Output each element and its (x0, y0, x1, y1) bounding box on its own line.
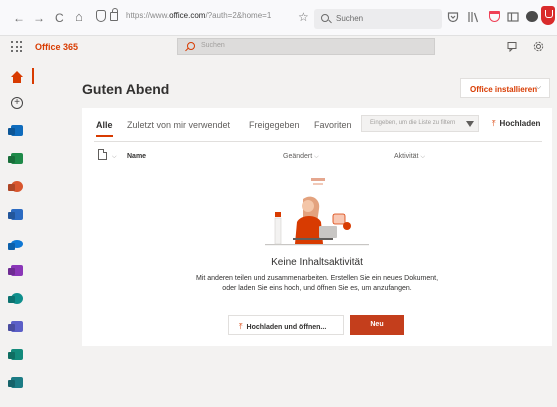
excel-icon (11, 153, 23, 164)
app-rail: + (0, 58, 34, 407)
pocket-save-icon[interactable] (489, 11, 500, 22)
empty-state-illustration (265, 178, 369, 246)
rail-onenote[interactable] (0, 260, 34, 282)
reload-button[interactable]: C (55, 11, 64, 25)
home-icon (11, 71, 23, 83)
tab-alle[interactable]: Alle (96, 120, 113, 137)
word-icon (11, 209, 23, 220)
divider (94, 141, 542, 142)
rail-create[interactable]: + (0, 93, 34, 115)
ublock-icon[interactable] (541, 6, 555, 25)
rail-word[interactable] (0, 204, 34, 226)
new-button[interactable]: Neu (350, 315, 404, 335)
office-search-input[interactable]: Suchen (177, 38, 435, 55)
pocket-icon[interactable] (447, 11, 459, 23)
back-button[interactable]: ← (13, 11, 25, 25)
library-icon[interactable] (467, 11, 479, 23)
rail-powerpoint[interactable] (0, 176, 34, 198)
onenote-icon (11, 265, 23, 276)
settings-icon[interactable] (533, 41, 544, 54)
tab-recent[interactable]: Zuletzt von mir verwendet (127, 120, 230, 130)
url-bar[interactable]: https://www.office.com/?auth=2&home=1 (96, 8, 296, 27)
extension-icon[interactable] (526, 11, 538, 22)
upload-and-open-button[interactable]: ⤒ Hochladen und öffnen... (228, 315, 344, 335)
documents-card: Alle Zuletzt von mir verwendet Freigegeb… (82, 108, 552, 346)
brand-title[interactable]: Office 365 (35, 42, 78, 52)
rail-sharepoint[interactable] (0, 288, 34, 310)
url-text[interactable]: https://www.office.com/?auth=2&home=1 (126, 11, 271, 20)
sharepoint-icon (11, 293, 23, 304)
empty-state-title: Keine Inhaltsaktivität (271, 257, 363, 268)
tab-shared[interactable]: Freigegeben (249, 120, 300, 130)
forward-button[interactable]: → (33, 11, 45, 25)
onedrive-icon (11, 240, 23, 248)
upload-icon: ⤒ (492, 119, 496, 128)
upload-icon: ⤒ (239, 322, 243, 331)
search-icon (187, 42, 195, 50)
tracking-shield-icon[interactable] (96, 10, 106, 22)
rail-sway[interactable] (0, 344, 34, 366)
sway-icon (11, 349, 23, 360)
column-name[interactable]: Name (127, 153, 146, 160)
rail-home[interactable] (0, 66, 34, 88)
teams-icon (11, 321, 23, 332)
browser-toolbar: ← → C ⌂ https://www.office.com/?auth=2&h… (0, 0, 557, 36)
column-modified[interactable]: Geändert ⌵ (283, 153, 319, 161)
filter-input[interactable]: Eingeben, um die Liste zu filtern (361, 115, 479, 132)
rail-onedrive[interactable] (0, 232, 34, 254)
file-type-icon (98, 149, 107, 160)
empty-state-description: Mit anderen teilen und zusammenarbeiten.… (195, 275, 439, 292)
sidebar-icon[interactable] (507, 11, 519, 23)
rail-outlook[interactable] (0, 120, 34, 142)
rail-yammer[interactable] (0, 372, 34, 394)
search-icon (321, 14, 329, 22)
plus-icon: + (11, 97, 23, 109)
chevron-down-icon: ⌵ (535, 84, 541, 91)
rail-teams[interactable] (0, 316, 34, 338)
filter-icon (466, 121, 474, 127)
upload-button[interactable]: ⤒ Hochladen (492, 119, 540, 129)
yammer-icon (11, 377, 23, 388)
tab-favorites[interactable]: Favoriten (314, 120, 352, 130)
home-button[interactable]: ⌂ (75, 10, 83, 24)
powerpoint-icon (11, 181, 23, 192)
page-title: Guten Abend (82, 81, 170, 97)
rail-excel[interactable] (0, 148, 34, 170)
browser-search-input[interactable]: Suchen (314, 9, 442, 29)
bookmark-star-icon[interactable]: ☆ (298, 10, 309, 24)
office-header: Office 365 Suchen (0, 36, 557, 58)
app-launcher-icon[interactable] (11, 41, 22, 52)
feedback-icon[interactable] (507, 41, 518, 54)
install-office-button[interactable]: Office installieren ⌵ (460, 78, 550, 98)
column-activity[interactable]: Aktivität ⌵ (394, 153, 425, 161)
lock-icon[interactable] (110, 8, 118, 21)
outlook-icon (11, 125, 23, 136)
file-type-chevron-icon[interactable]: ⌵ (112, 153, 117, 161)
